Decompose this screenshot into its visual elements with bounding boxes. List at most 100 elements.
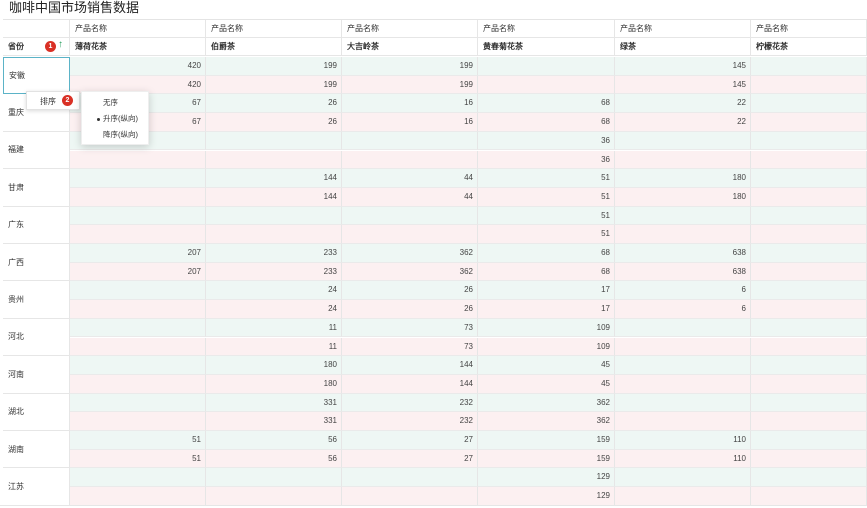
table-cell[interactable]: 110 xyxy=(615,431,751,450)
table-cell[interactable]: 144 xyxy=(206,169,342,188)
table-cell[interactable]: 331 xyxy=(206,412,342,431)
table-cell[interactable]: 22 xyxy=(615,113,751,132)
table-cell[interactable] xyxy=(751,206,867,226)
table-cell[interactable]: 51 xyxy=(478,187,615,207)
table-cell[interactable] xyxy=(70,150,206,170)
table-cell[interactable] xyxy=(70,300,206,319)
table-cell[interactable] xyxy=(70,356,206,375)
sort-none-option[interactable]: 无序 xyxy=(82,97,148,109)
table-cell[interactable]: 362 xyxy=(342,244,478,263)
column-header-product[interactable]: 绿茶 xyxy=(615,38,751,56)
table-cell[interactable] xyxy=(615,468,751,488)
table-cell[interactable] xyxy=(751,131,867,151)
table-cell[interactable]: 129 xyxy=(478,468,615,488)
table-cell[interactable]: 233 xyxy=(206,244,342,263)
table-cell[interactable] xyxy=(206,225,342,244)
table-cell[interactable] xyxy=(751,262,867,282)
table-cell[interactable] xyxy=(751,468,867,488)
table-cell[interactable]: 16 xyxy=(342,113,478,132)
row-header-cell[interactable]: 广东 xyxy=(3,206,70,244)
table-cell[interactable]: 56 xyxy=(206,431,342,450)
sort-descending-option[interactable]: 降序(纵向) xyxy=(82,129,148,141)
table-cell[interactable]: 51 xyxy=(478,206,615,226)
table-cell[interactable] xyxy=(70,337,206,357)
table-cell[interactable]: 233 xyxy=(206,262,342,282)
table-cell[interactable] xyxy=(751,94,867,114)
table-cell[interactable]: 51 xyxy=(70,431,206,450)
row-header-cell[interactable]: 河南 xyxy=(3,356,70,394)
column-header-product[interactable]: 黄春菊花茶 xyxy=(478,38,615,56)
table-cell[interactable] xyxy=(70,318,206,338)
table-cell[interactable]: 144 xyxy=(206,187,342,207)
table-cell[interactable]: 110 xyxy=(615,449,751,469)
table-cell[interactable] xyxy=(751,169,867,188)
column-header-product[interactable]: 伯爵茶 xyxy=(206,38,342,56)
sort-ascending-arrow-icon[interactable]: ↑ xyxy=(58,39,63,50)
table-cell[interactable]: 27 xyxy=(342,449,478,469)
column-header-product[interactable]: 柠檬花茶 xyxy=(751,38,867,56)
table-cell[interactable]: 44 xyxy=(342,169,478,188)
table-cell[interactable]: 16 xyxy=(342,94,478,114)
table-cell[interactable]: 6 xyxy=(615,281,751,301)
table-cell[interactable]: 232 xyxy=(342,412,478,431)
table-cell[interactable] xyxy=(206,487,342,506)
table-cell[interactable] xyxy=(751,356,867,375)
table-cell[interactable] xyxy=(70,169,206,188)
table-cell[interactable] xyxy=(615,393,751,413)
table-cell[interactable] xyxy=(70,225,206,244)
table-cell[interactable] xyxy=(751,337,867,357)
table-cell[interactable]: 68 xyxy=(478,94,615,114)
table-cell[interactable]: 145 xyxy=(615,57,751,76)
table-cell[interactable] xyxy=(478,57,615,76)
table-cell[interactable]: 17 xyxy=(478,281,615,301)
table-cell[interactable]: 44 xyxy=(342,187,478,207)
column-group-header[interactable]: 产品名称 xyxy=(751,20,867,38)
table-cell[interactable]: 36 xyxy=(478,150,615,170)
table-cell[interactable]: 207 xyxy=(70,262,206,282)
table-cell[interactable]: 199 xyxy=(342,57,478,76)
table-cell[interactable]: 36 xyxy=(478,131,615,151)
table-cell[interactable]: 26 xyxy=(206,113,342,132)
table-cell[interactable] xyxy=(615,356,751,375)
table-cell[interactable]: 362 xyxy=(342,262,478,282)
table-cell[interactable]: 22 xyxy=(615,94,751,114)
table-cell[interactable] xyxy=(751,487,867,506)
table-cell[interactable] xyxy=(751,431,867,450)
table-cell[interactable] xyxy=(342,487,478,506)
table-cell[interactable] xyxy=(342,131,478,151)
table-cell[interactable]: 11 xyxy=(206,318,342,338)
table-cell[interactable] xyxy=(751,374,867,394)
row-header-cell[interactable]: 广西 xyxy=(3,244,70,282)
table-cell[interactable]: 362 xyxy=(478,412,615,431)
table-cell[interactable] xyxy=(751,281,867,301)
table-cell[interactable] xyxy=(70,206,206,226)
table-cell[interactable]: 26 xyxy=(342,300,478,319)
table-cell[interactable] xyxy=(70,468,206,488)
row-header-cell[interactable]: 甘肃 xyxy=(3,169,70,207)
table-cell[interactable] xyxy=(70,374,206,394)
table-cell[interactable]: 144 xyxy=(342,374,478,394)
column-group-header[interactable]: 产品名称 xyxy=(206,20,342,38)
table-cell[interactable] xyxy=(751,75,867,95)
table-cell[interactable] xyxy=(751,113,867,132)
table-cell[interactable] xyxy=(615,374,751,394)
row-header-cell[interactable]: 湖北 xyxy=(3,393,70,431)
table-cell[interactable] xyxy=(751,449,867,469)
table-cell[interactable] xyxy=(751,150,867,170)
table-cell[interactable] xyxy=(751,225,867,244)
table-cell[interactable]: 24 xyxy=(206,300,342,319)
table-cell[interactable] xyxy=(206,206,342,226)
table-cell[interactable]: 109 xyxy=(478,318,615,338)
table-cell[interactable] xyxy=(751,244,867,263)
table-cell[interactable]: 26 xyxy=(342,281,478,301)
column-header-product[interactable]: 薄荷花茶 xyxy=(70,38,206,56)
table-cell[interactable]: 232 xyxy=(342,393,478,413)
table-cell[interactable]: 145 xyxy=(615,75,751,95)
table-cell[interactable]: 45 xyxy=(478,374,615,394)
table-cell[interactable] xyxy=(342,206,478,226)
table-cell[interactable]: 73 xyxy=(342,337,478,357)
table-cell[interactable] xyxy=(70,187,206,207)
row-header-cell[interactable]: 安徽 xyxy=(3,57,70,95)
table-cell[interactable]: 638 xyxy=(615,262,751,282)
table-cell[interactable]: 73 xyxy=(342,318,478,338)
